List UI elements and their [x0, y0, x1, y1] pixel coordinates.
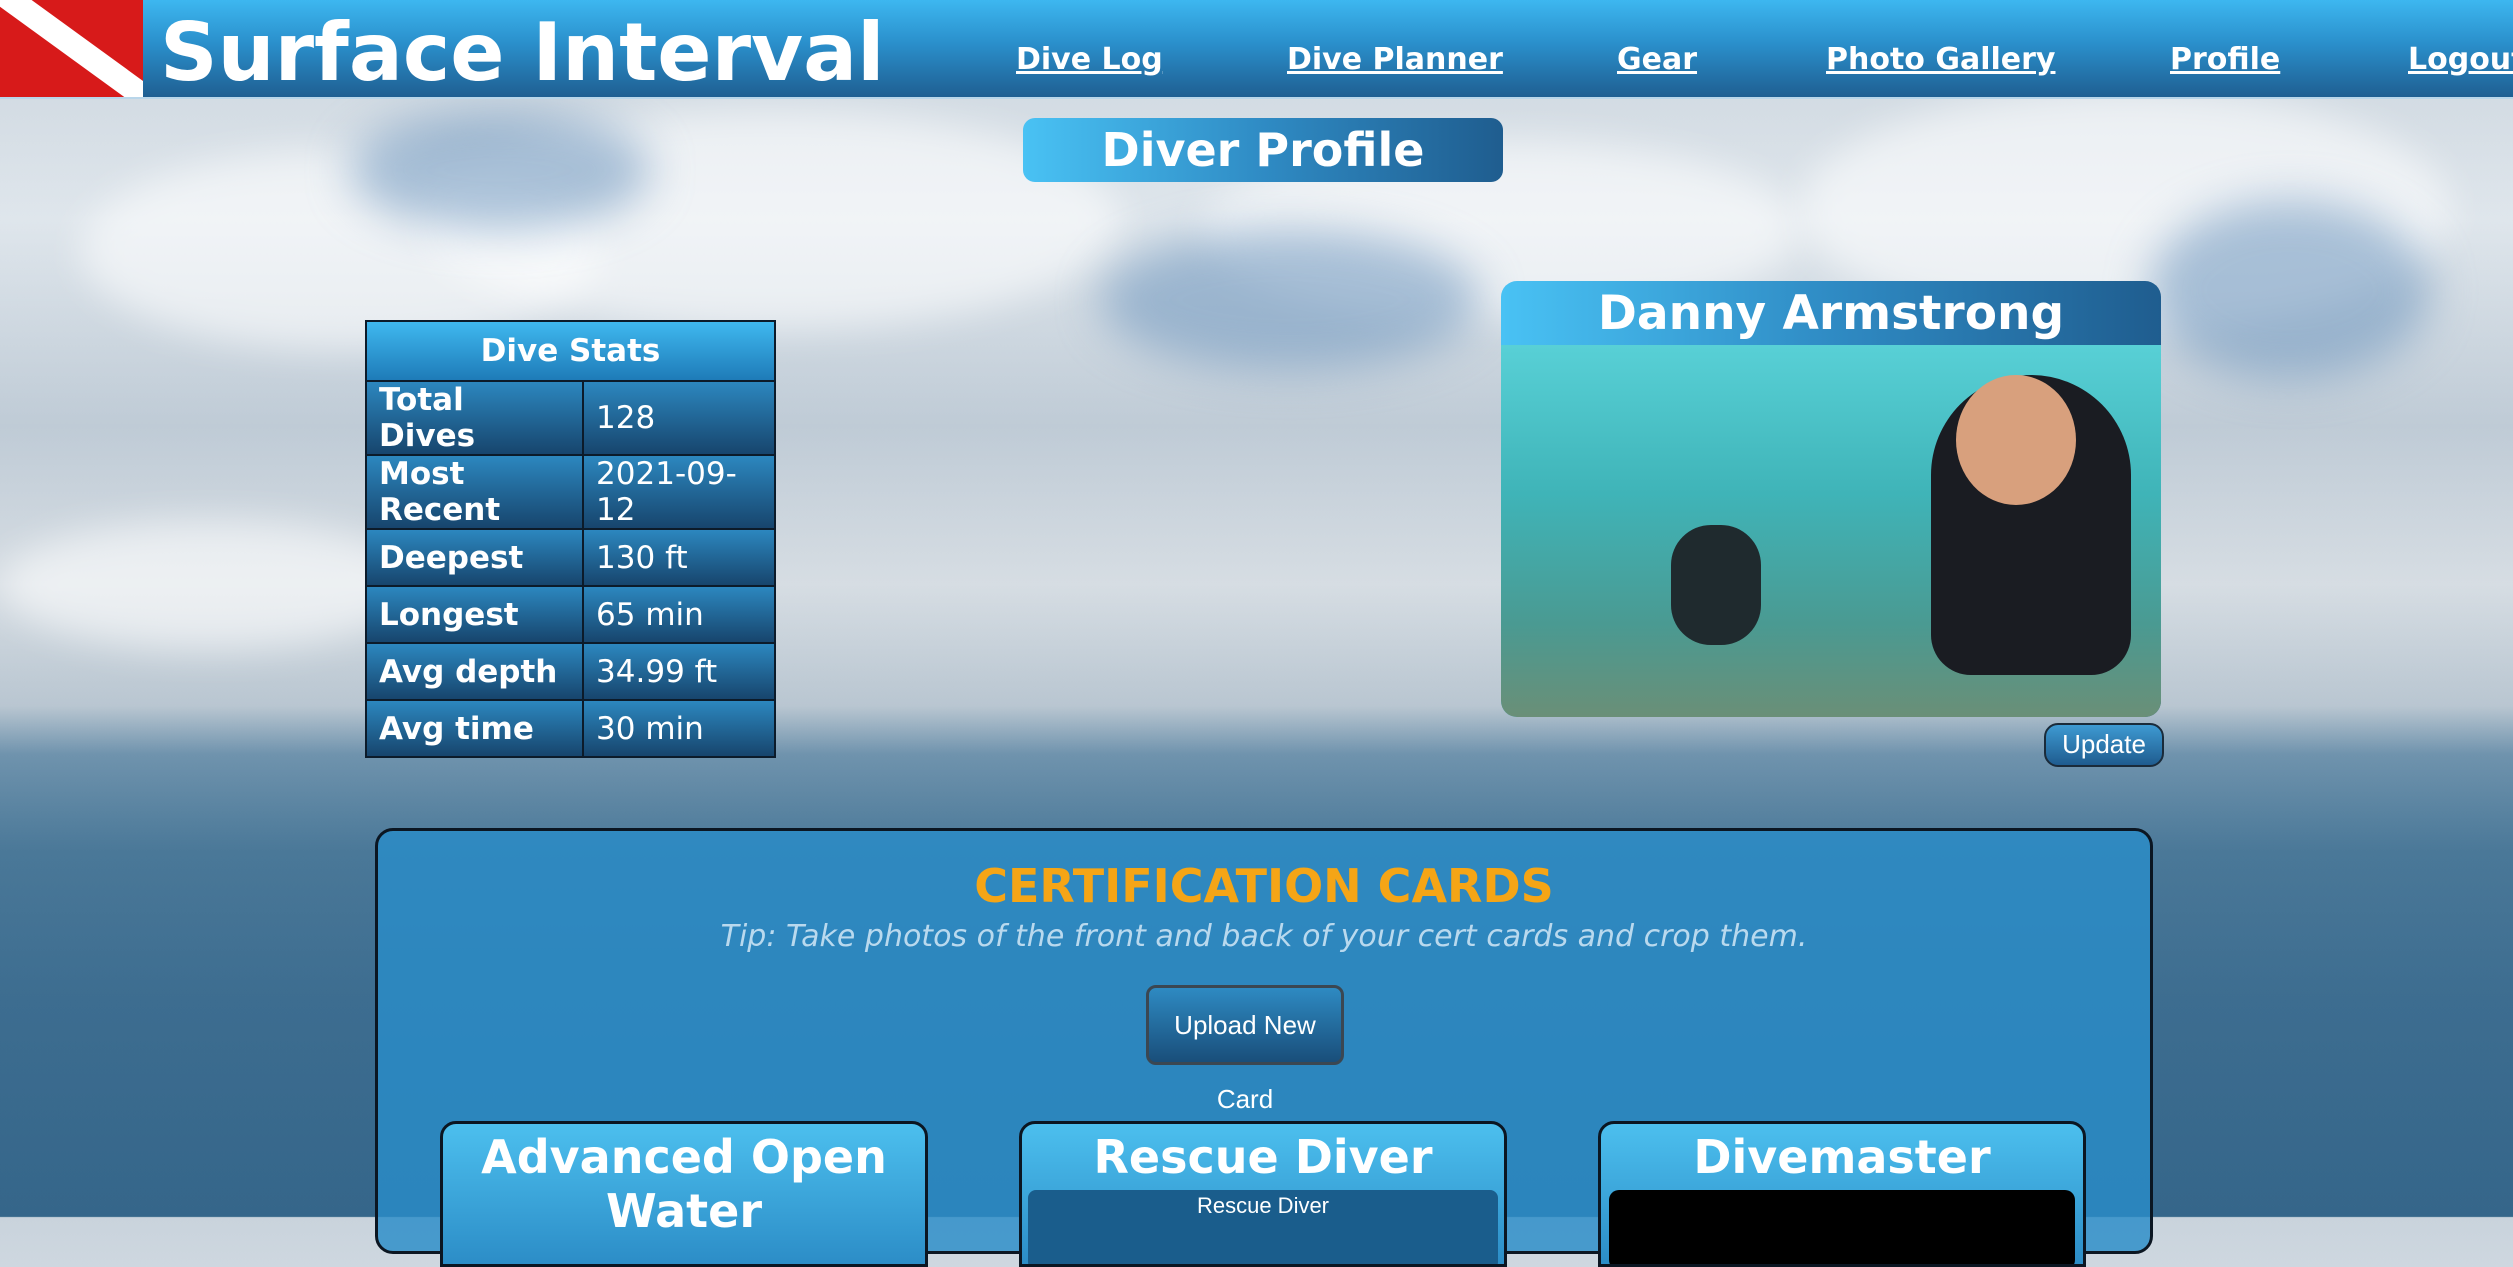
stat-value: 128 — [582, 380, 776, 456]
cert-card-title: Rescue Diver — [1093, 1130, 1433, 1184]
profile-photo — [1501, 345, 2161, 717]
cert-tip-text: Tip: Take photos of the front and back o… — [720, 919, 1808, 954]
nav-profile[interactable]: Profile — [2170, 42, 2280, 77]
stat-label: Most Recent — [364, 454, 585, 530]
diver-name: Danny Armstrong — [1597, 286, 2065, 341]
nav-dive-log[interactable]: Dive Log — [1016, 42, 1163, 77]
stat-label: Avg depth — [364, 642, 585, 701]
dive-flag-logo — [0, 0, 143, 97]
stat-label: Total Dives — [364, 380, 585, 456]
stat-value: 65 min — [582, 585, 776, 644]
nav-gear[interactable]: Gear — [1617, 42, 1697, 77]
stat-label: Deepest — [364, 528, 585, 587]
stat-label: Avg time — [364, 699, 585, 758]
cert-card-image: Rescue Diver — [1028, 1190, 1498, 1264]
cert-card-title: Divemaster — [1693, 1130, 1991, 1184]
dive-stats-table: Dive Stats Total Dives 128 Most Recent 2… — [364, 320, 776, 758]
nav-dive-planner[interactable]: Dive Planner — [1287, 42, 1503, 77]
stat-value: 30 min — [582, 699, 776, 758]
update-photo-button[interactable]: Update — [2044, 723, 2164, 767]
cert-card-advanced-open-water[interactable]: Advanced Open Water — [440, 1121, 928, 1267]
table-row: Deepest 130 ft — [364, 528, 776, 587]
stat-label: Longest — [364, 585, 585, 644]
dive-stats-header: Dive Stats — [365, 320, 776, 382]
nav-logout[interactable]: Logout — [2408, 42, 2513, 77]
stat-value: 130 ft — [582, 528, 776, 587]
certification-cards-panel: CERTIFICATION CARDS Tip: Take photos of … — [375, 828, 2153, 1267]
table-row: Total Dives 128 — [364, 380, 776, 456]
stat-value: 34.99 ft — [582, 642, 776, 701]
page-title: Diver Profile — [1023, 118, 1503, 182]
cert-card-rescue-diver[interactable]: Rescue Diver Rescue Diver — [1019, 1121, 1507, 1267]
table-row: Longest 65 min — [364, 585, 776, 644]
cert-card-image — [1609, 1190, 2075, 1264]
stat-value: 2021-09-12 — [582, 454, 776, 530]
cert-section-title: CERTIFICATION CARDS — [974, 859, 1554, 913]
profile-card: Danny Armstrong — [1501, 281, 2161, 717]
cert-card-title: Advanced Open Water — [481, 1130, 887, 1238]
cert-card-divemaster[interactable]: Divemaster — [1598, 1121, 2086, 1267]
nav-photo-gallery[interactable]: Photo Gallery — [1826, 42, 2055, 77]
top-navigation-bar: Surface Interval Dive Log Dive Planner G… — [0, 0, 2513, 99]
table-row: Avg depth 34.99 ft — [364, 642, 776, 701]
site-brand[interactable]: Surface Interval — [160, 6, 885, 99]
table-row: Avg time 30 min — [364, 699, 776, 758]
upload-card-button[interactable]: Upload New Card — [1146, 985, 1344, 1114]
table-row: Most Recent 2021-09-12 — [364, 454, 776, 530]
